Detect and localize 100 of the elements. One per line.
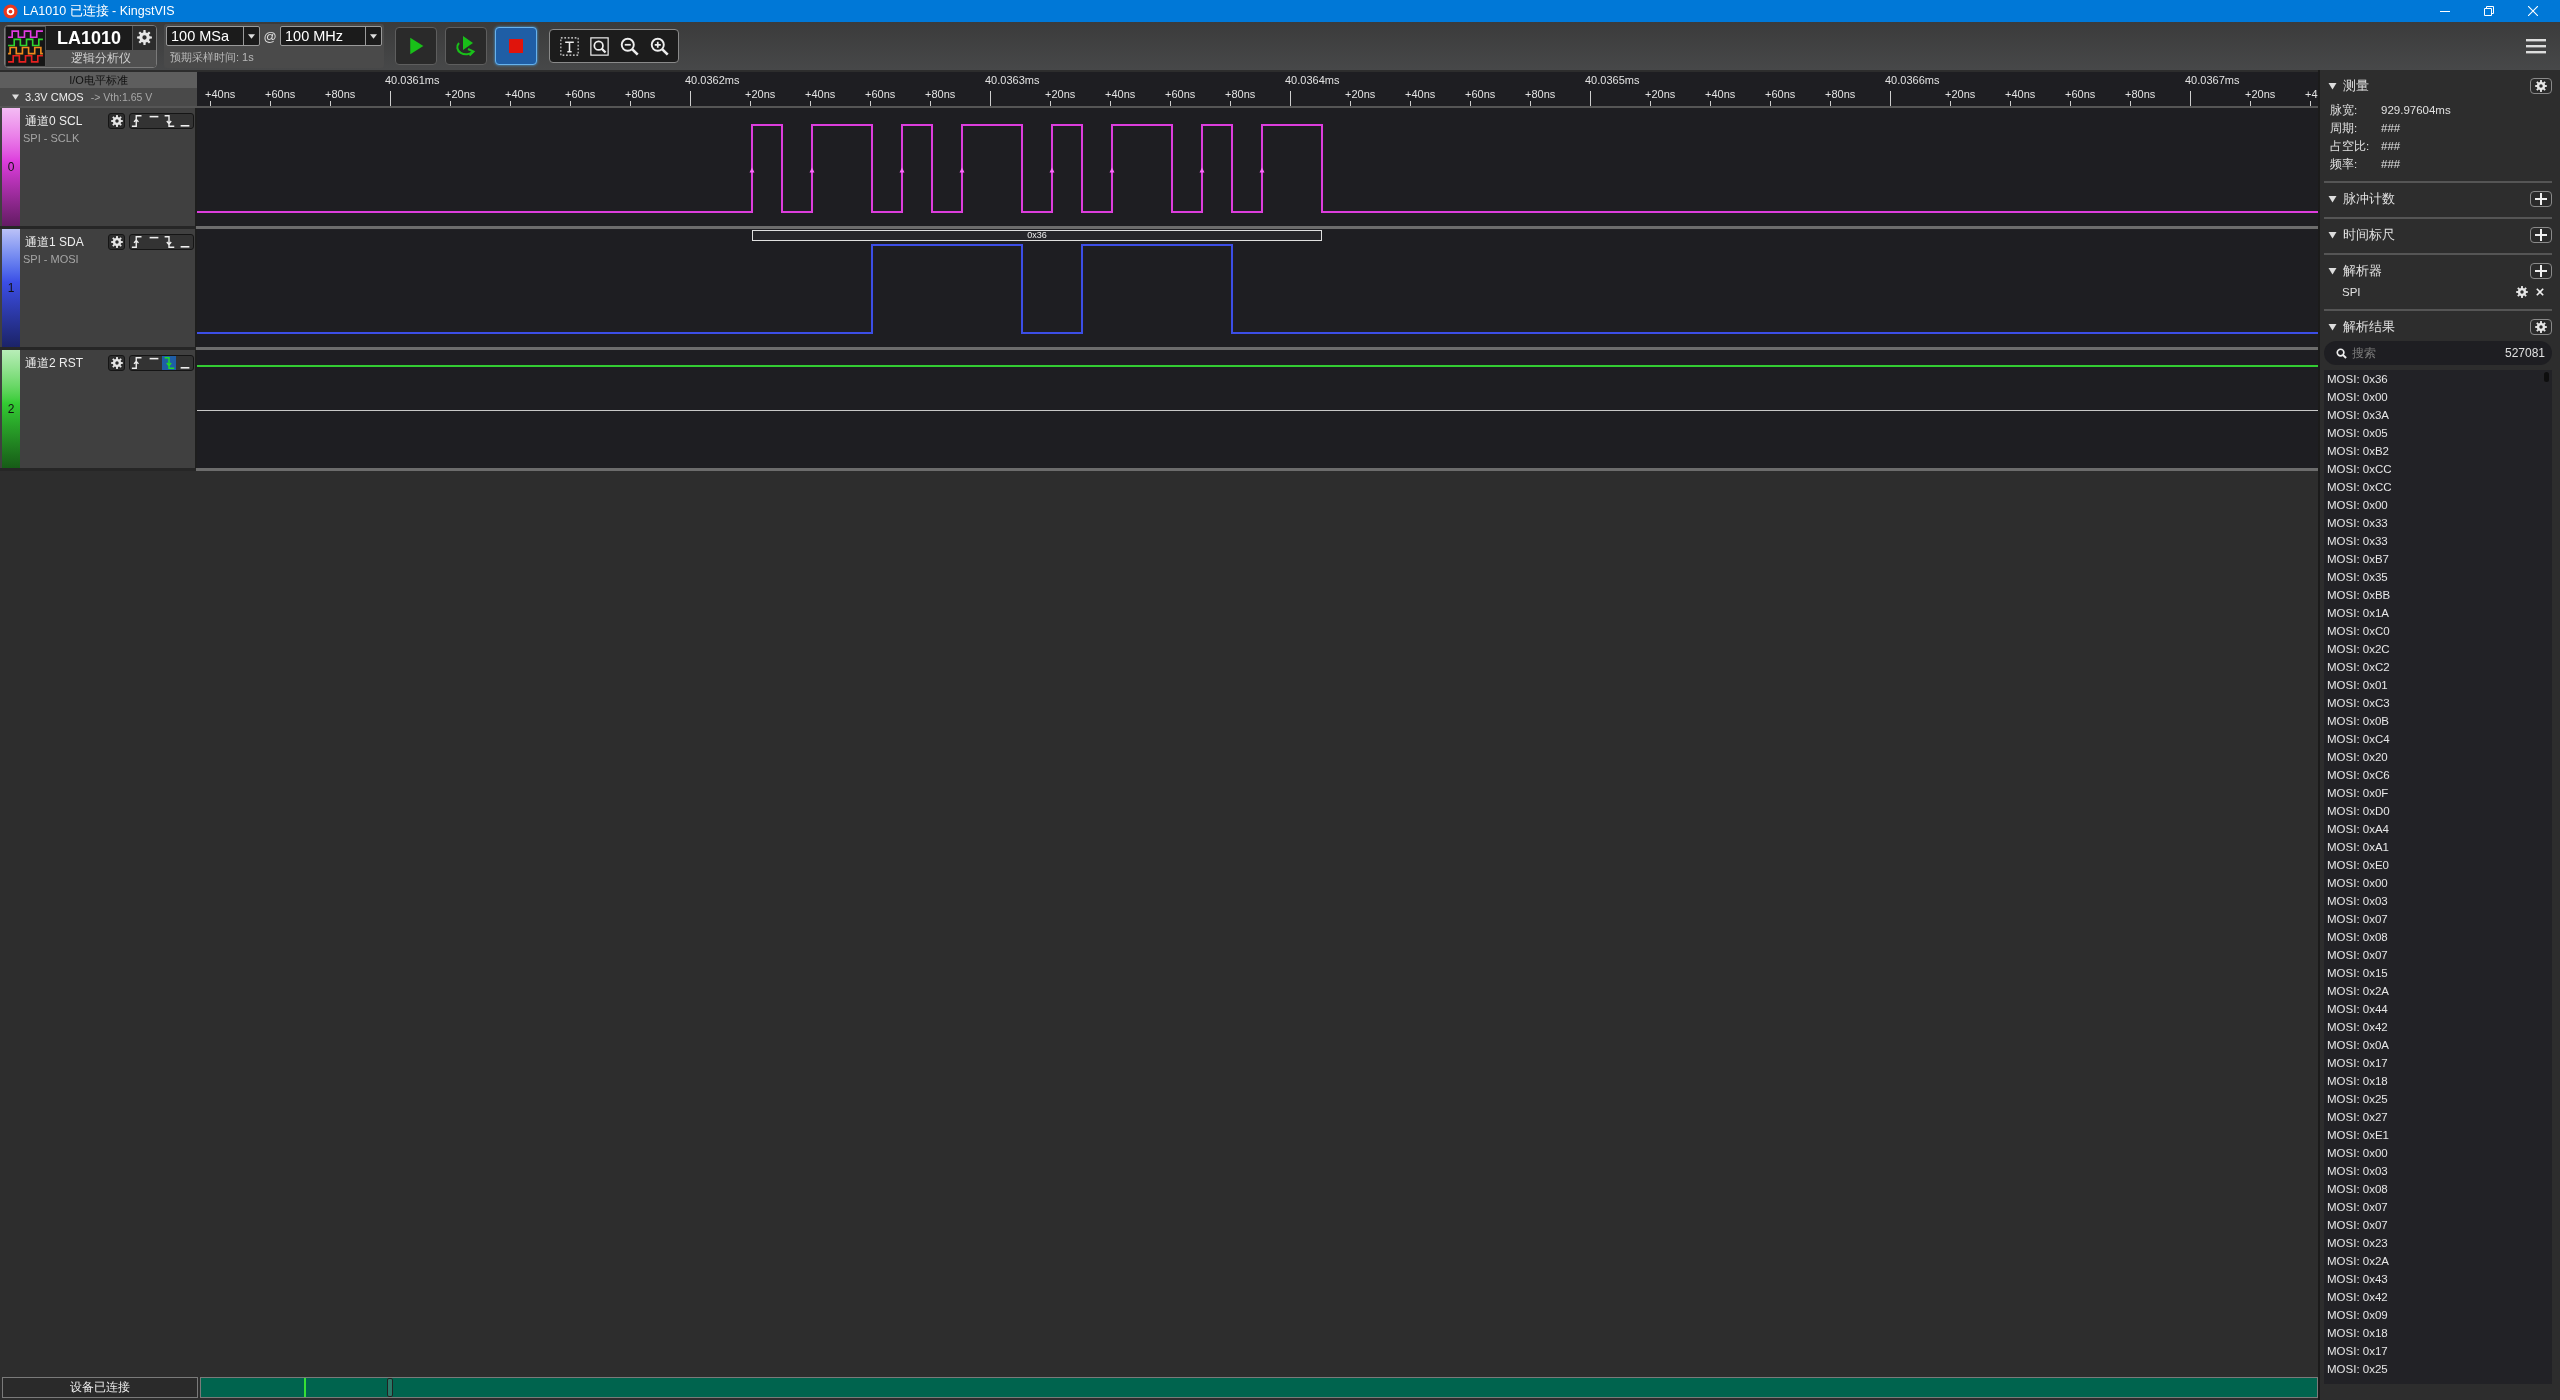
caret-icon[interactable]: [2328, 195, 2337, 203]
result-row[interactable]: MOSI: 0x00: [2324, 388, 2552, 406]
result-row[interactable]: MOSI: 0x33: [2324, 532, 2552, 550]
menu-icon[interactable]: [2526, 38, 2546, 54]
sample-depth-select[interactable]: 100 MSa: [166, 26, 260, 46]
result-row[interactable]: MOSI: 0x0F: [2324, 784, 2552, 802]
result-row[interactable]: MOSI: 0x17: [2324, 1054, 2552, 1072]
falling-edge-icon[interactable]: [162, 356, 177, 370]
result-row[interactable]: MOSI: 0xC0: [2324, 622, 2552, 640]
result-row[interactable]: MOSI: 0x07: [2324, 1216, 2552, 1234]
result-row[interactable]: MOSI: 0xB2: [2324, 442, 2552, 460]
result-row[interactable]: MOSI: 0xA1: [2324, 838, 2552, 856]
caret-icon[interactable]: [2328, 267, 2337, 275]
result-row[interactable]: MOSI: 0x07: [2324, 910, 2552, 928]
result-row[interactable]: MOSI: 0x03: [2324, 1162, 2552, 1180]
rising-edge-icon[interactable]: [130, 356, 145, 370]
result-row[interactable]: MOSI: 0xE1: [2324, 1126, 2552, 1144]
caret-icon[interactable]: [2328, 82, 2337, 90]
result-row[interactable]: MOSI: 0x01: [2324, 676, 2552, 694]
device-settings-button[interactable]: [132, 25, 156, 50]
result-row[interactable]: MOSI: 0x07: [2324, 1198, 2552, 1216]
rising-edge-icon[interactable]: [130, 114, 145, 128]
result-row[interactable]: MOSI: 0x18: [2324, 1324, 2552, 1342]
result-row[interactable]: MOSI: 0x35: [2324, 568, 2552, 586]
add-button[interactable]: [2530, 263, 2552, 279]
settings-button[interactable]: [2530, 78, 2552, 94]
channel-name[interactable]: 通道0 SCL: [25, 112, 83, 130]
result-row[interactable]: MOSI: 0x07: [2324, 946, 2552, 964]
result-row[interactable]: MOSI: 0x33: [2324, 514, 2552, 532]
result-row[interactable]: MOSI: 0xCC: [2324, 460, 2552, 478]
result-row[interactable]: MOSI: 0x15: [2324, 964, 2552, 982]
sample-rate-select[interactable]: 100 MHz: [280, 26, 382, 46]
loop-start-button[interactable]: [445, 27, 487, 65]
result-row[interactable]: MOSI: 0x17: [2324, 1342, 2552, 1360]
time-offset-label: +20ns: [1345, 88, 1376, 101]
falling-edge-icon[interactable]: [162, 114, 177, 128]
zoom-in-icon[interactable]: [649, 36, 669, 56]
io-standard-select[interactable]: 3.3V CMOS -> Vth:1.65 V: [0, 88, 197, 106]
result-row[interactable]: MOSI: 0x25: [2324, 1090, 2552, 1108]
text-tool-icon[interactable]: [559, 36, 579, 56]
channel-name[interactable]: 通道1 SDA: [25, 233, 84, 251]
add-button[interactable]: [2530, 191, 2552, 207]
result-row[interactable]: MOSI: 0x27: [2324, 1108, 2552, 1126]
result-row[interactable]: MOSI: 0xCC: [2324, 478, 2552, 496]
result-row[interactable]: MOSI: 0x00: [2324, 496, 2552, 514]
result-row[interactable]: MOSI: 0xE0: [2324, 856, 2552, 874]
channel-settings-button[interactable]: [108, 113, 125, 129]
result-row[interactable]: MOSI: 0x43: [2324, 1270, 2552, 1288]
result-row[interactable]: MOSI: 0x2A: [2324, 1252, 2552, 1270]
add-button[interactable]: [2530, 227, 2552, 243]
result-row[interactable]: MOSI: 0x05: [2324, 424, 2552, 442]
result-row[interactable]: MOSI: 0xD0: [2324, 802, 2552, 820]
caret-icon[interactable]: [2328, 323, 2337, 331]
result-row[interactable]: MOSI: 0x03: [2324, 892, 2552, 910]
restore-icon[interactable]: [2484, 6, 2494, 16]
stop-button[interactable]: [495, 27, 537, 65]
result-row[interactable]: MOSI: 0x18: [2324, 1072, 2552, 1090]
result-row[interactable]: MOSI: 0x2A: [2324, 982, 2552, 1000]
result-row[interactable]: MOSI: 0x3A: [2324, 406, 2552, 424]
result-row[interactable]: MOSI: 0x0A: [2324, 1036, 2552, 1054]
decoder-name[interactable]: SPI: [2342, 286, 2361, 298]
result-row[interactable]: MOSI: 0x00: [2324, 1144, 2552, 1162]
result-row[interactable]: MOSI: 0x1A: [2324, 604, 2552, 622]
falling-edge-icon[interactable]: [162, 235, 177, 249]
channel-color-bar: 1: [2, 229, 20, 347]
scrollbar-thumb[interactable]: [2544, 372, 2549, 382]
result-row[interactable]: MOSI: 0x23: [2324, 1234, 2552, 1252]
zoom-out-icon[interactable]: [619, 36, 639, 56]
result-row[interactable]: MOSI: 0x08: [2324, 1180, 2552, 1198]
settings-button[interactable]: [2530, 319, 2552, 335]
start-button[interactable]: [395, 27, 437, 65]
result-row[interactable]: MOSI: 0xBB: [2324, 586, 2552, 604]
result-row[interactable]: MOSI: 0xB7: [2324, 550, 2552, 568]
result-row[interactable]: MOSI: 0xC4: [2324, 730, 2552, 748]
result-row[interactable]: MOSI: 0xC3: [2324, 694, 2552, 712]
gear-icon: [110, 357, 123, 369]
decoded-value-label[interactable]: 0x36: [752, 230, 1322, 241]
zoom-fit-icon[interactable]: [589, 36, 609, 56]
result-row[interactable]: MOSI: 0x36: [2324, 370, 2552, 388]
result-row[interactable]: MOSI: 0x42: [2324, 1288, 2552, 1306]
result-row[interactable]: MOSI: 0x00: [2324, 874, 2552, 892]
result-row[interactable]: MOSI: 0xC2: [2324, 658, 2552, 676]
channel-settings-button[interactable]: [108, 355, 125, 371]
rising-edge-icon[interactable]: [130, 235, 145, 249]
result-row[interactable]: MOSI: 0x25: [2324, 1360, 2552, 1378]
result-row[interactable]: MOSI: 0x20: [2324, 748, 2552, 766]
result-row[interactable]: MOSI: 0xC6: [2324, 766, 2552, 784]
channel-name[interactable]: 通道2 RST: [25, 354, 83, 372]
gear-icon[interactable]: [2516, 286, 2528, 298]
viewport-handle[interactable]: [387, 1378, 393, 1397]
result-row[interactable]: MOSI: 0x0B: [2324, 712, 2552, 730]
result-row[interactable]: MOSI: 0xA4: [2324, 820, 2552, 838]
result-row[interactable]: MOSI: 0x09: [2324, 1306, 2552, 1324]
result-row[interactable]: MOSI: 0x42: [2324, 1018, 2552, 1036]
close-icon[interactable]: [2536, 288, 2544, 296]
result-row[interactable]: MOSI: 0x44: [2324, 1000, 2552, 1018]
result-row[interactable]: MOSI: 0x08: [2324, 928, 2552, 946]
result-row[interactable]: MOSI: 0x2C: [2324, 640, 2552, 658]
channel-settings-button[interactable]: [108, 234, 125, 250]
caret-icon[interactable]: [2328, 231, 2337, 239]
